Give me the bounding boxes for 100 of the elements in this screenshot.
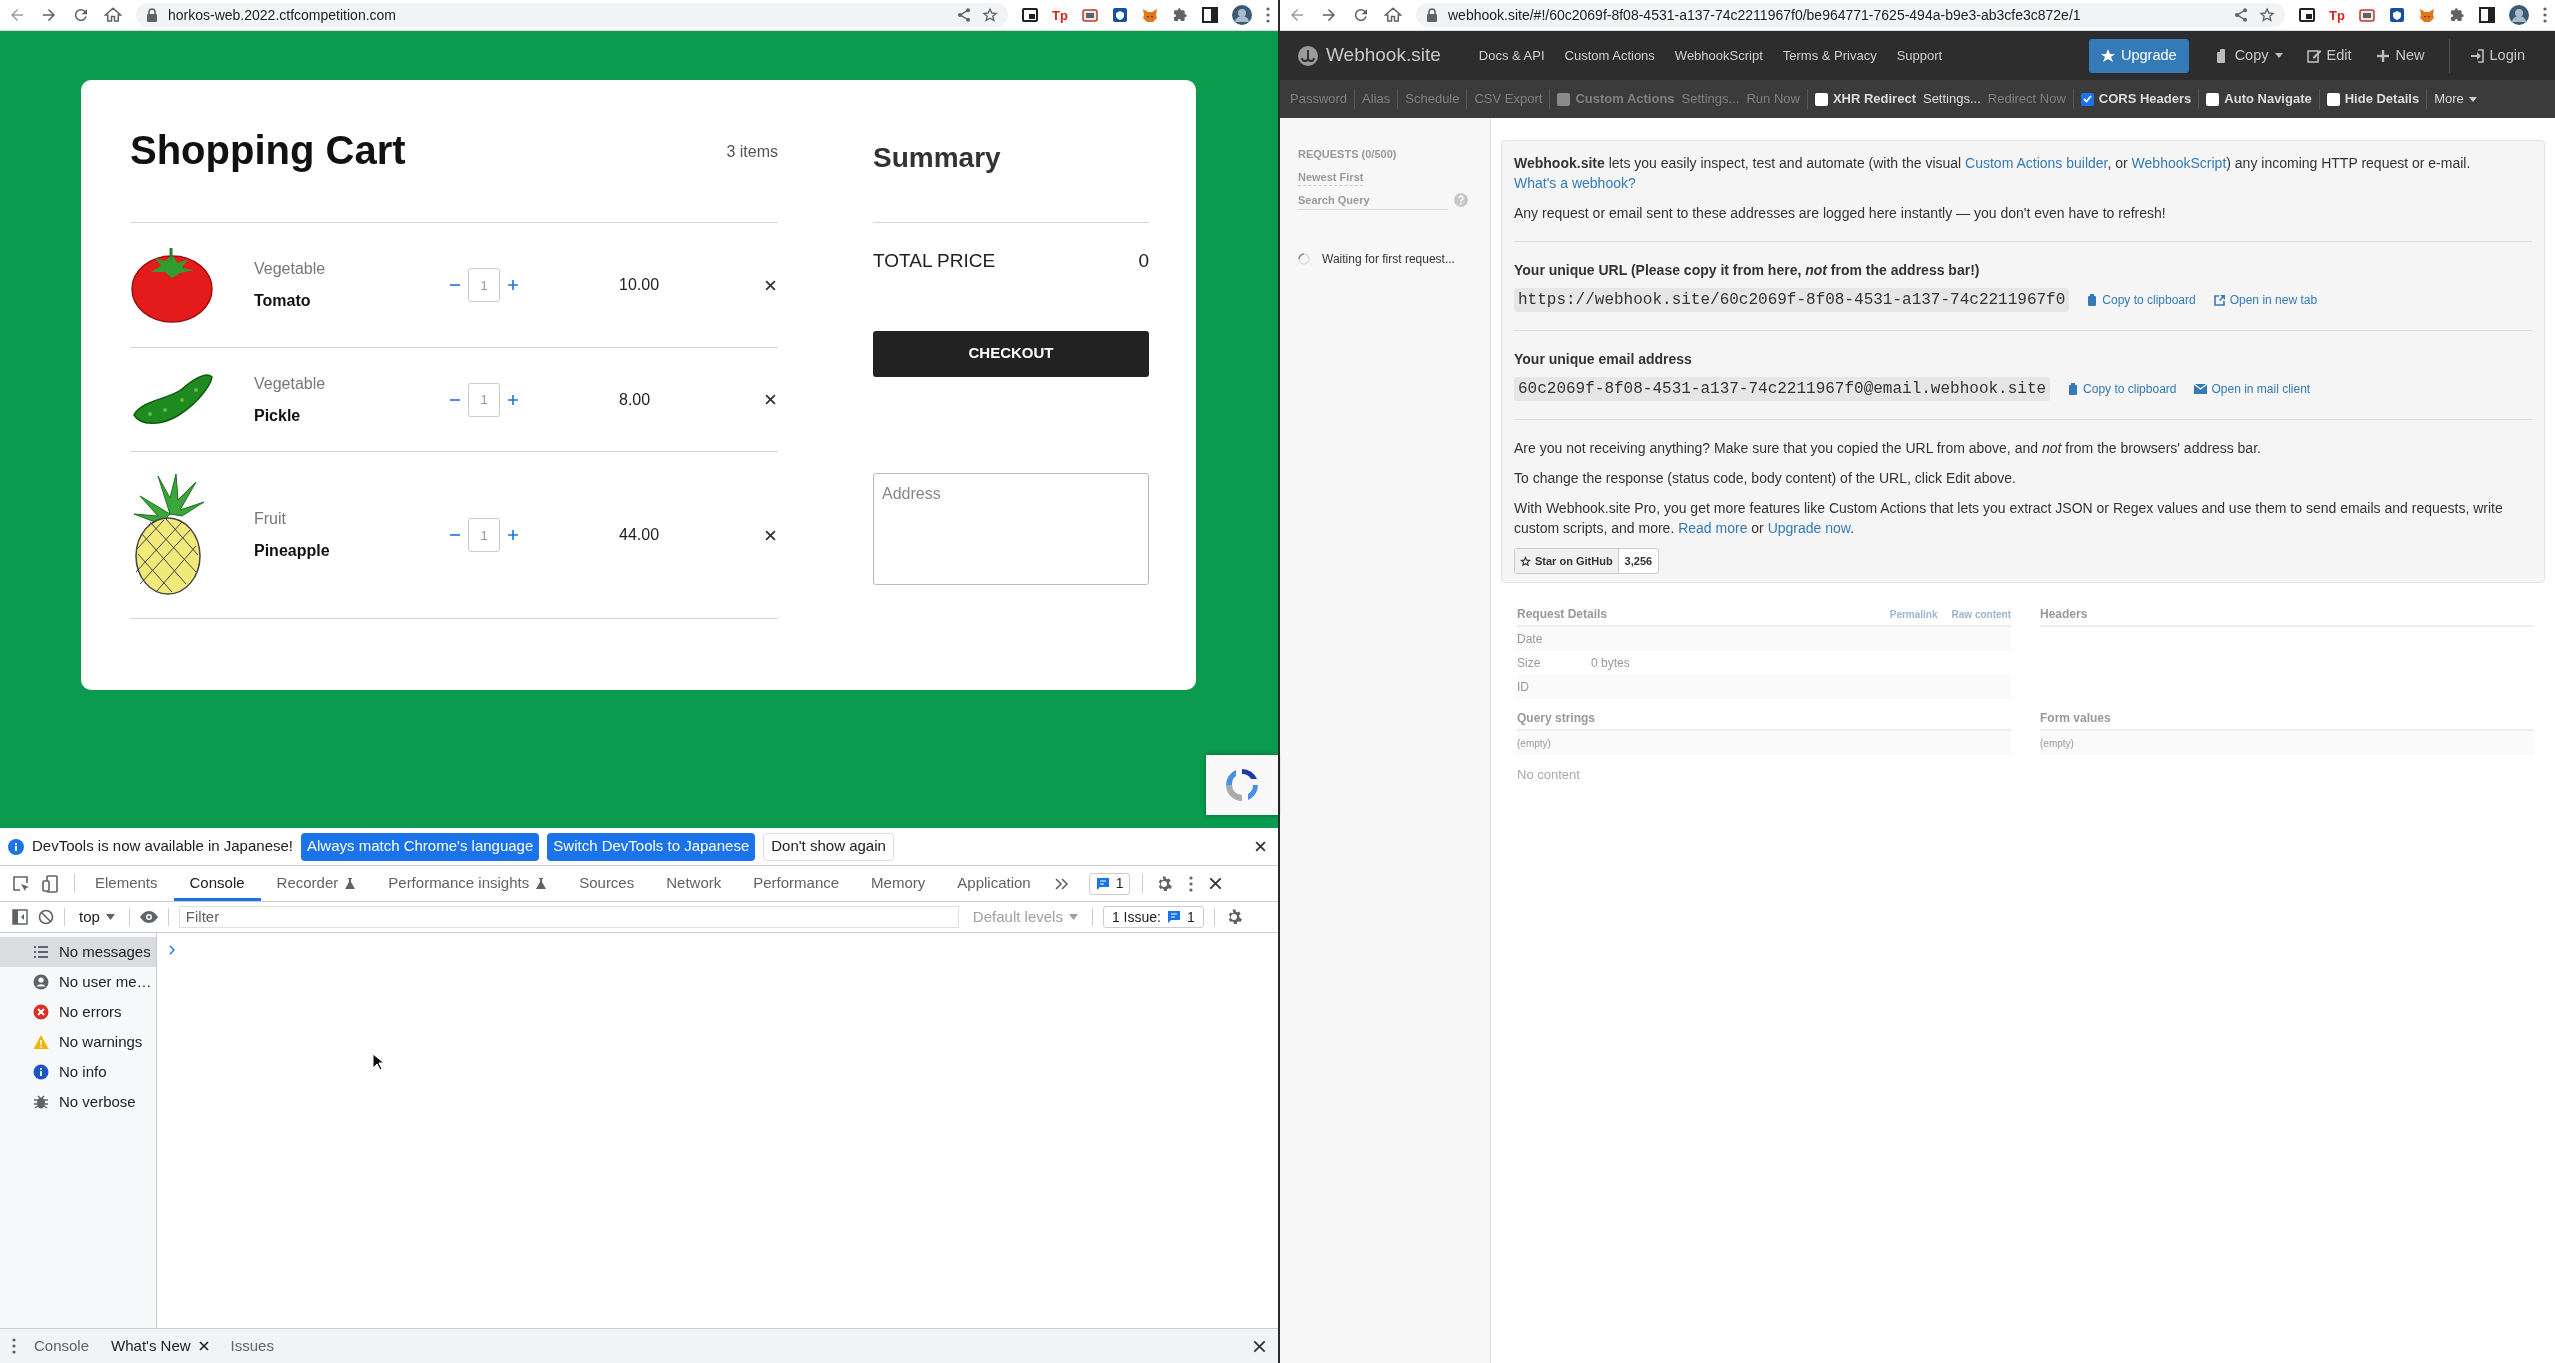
puzzle-icon[interactable] xyxy=(2449,7,2465,23)
sidebar-item[interactable]: No warnings xyxy=(0,1027,156,1057)
fox-icon[interactable] xyxy=(2419,7,2435,23)
checkbox[interactable] xyxy=(2206,92,2220,106)
banner-button[interactable]: Switch DevTools to Japanese xyxy=(547,832,756,861)
context-dropdown[interactable]: top xyxy=(75,905,119,929)
devtools-tab[interactable]: Elements xyxy=(79,866,174,901)
extension-icon[interactable] xyxy=(1082,7,1098,23)
forward-icon[interactable] xyxy=(40,6,58,24)
avatar-icon[interactable] xyxy=(1232,5,1252,25)
link[interactable]: Custom Actions builder xyxy=(1965,155,2108,171)
menu-icon[interactable] xyxy=(12,1338,16,1354)
clear-icon[interactable] xyxy=(38,909,54,925)
device-icon[interactable] xyxy=(42,874,60,893)
issues-button[interactable]: 1 Issue: 1 xyxy=(1102,906,1204,928)
plus-icon[interactable] xyxy=(508,280,518,290)
filter-field[interactable]: Filter xyxy=(178,906,959,928)
banner-button[interactable]: Don't show again xyxy=(763,832,894,861)
devtools-tab[interactable]: Recorder xyxy=(260,866,373,901)
sidebar-item[interactable]: No messages xyxy=(0,937,156,967)
address-bar[interactable]: webhook.site/#!/60c2069f-8f08-4531-a137-74c2211967f0/be964771-7625-494a-b9e3-ab3cfe3c872e/1 xyxy=(1416,3,2286,27)
search-field[interactable]: Search Query xyxy=(1298,190,1448,210)
sidebar-item[interactable]: No info xyxy=(0,1057,156,1087)
link[interactable]: Read more xyxy=(1678,520,1748,536)
address-bar[interactable]: horkos-web.2022.ctfcompetition.com xyxy=(136,3,1009,27)
reload-icon[interactable] xyxy=(72,6,90,24)
close-icon[interactable] xyxy=(1209,877,1223,890)
prompt-icon[interactable] xyxy=(169,945,176,955)
plus-icon[interactable] xyxy=(508,530,518,540)
link[interactable]: WebhookScript xyxy=(2131,155,2227,171)
star-icon[interactable] xyxy=(2259,7,2276,23)
sidebar-item[interactable]: No user me… xyxy=(0,967,156,997)
menu-icon[interactable] xyxy=(1266,7,1270,23)
menu-icon[interactable] xyxy=(2543,7,2547,23)
drawer-tab[interactable]: What's New xyxy=(107,1334,213,1358)
checkbox[interactable] xyxy=(2326,92,2340,106)
shield-icon[interactable] xyxy=(1112,7,1128,23)
link[interactable]: What's a webhook? xyxy=(1514,175,1636,191)
copy-button[interactable]: Copy xyxy=(2202,38,2295,73)
avatar-icon[interactable] xyxy=(2509,5,2529,25)
drawer-tab[interactable]: Issues xyxy=(226,1334,278,1358)
address-field[interactable]: Address xyxy=(873,472,1149,585)
home-icon[interactable] xyxy=(104,6,122,24)
banner-button[interactable]: Always match Chrome's language xyxy=(301,832,540,861)
devtools-tab[interactable]: Memory xyxy=(855,866,942,901)
plus-icon[interactable] xyxy=(508,394,518,405)
extension-icon[interactable] xyxy=(2359,7,2375,23)
close-icon[interactable] xyxy=(765,529,776,541)
action-link[interactable]: Copy to clipboard xyxy=(2087,290,2196,310)
brand-link[interactable]: Webhook.site xyxy=(1298,41,1441,70)
sidebar-toggle-icon[interactable] xyxy=(12,909,28,925)
login-button[interactable]: Login xyxy=(2448,38,2537,73)
shield-icon[interactable] xyxy=(2389,7,2405,23)
devtools-tab[interactable]: Application xyxy=(941,866,1047,901)
picture-in-picture-icon[interactable] xyxy=(2299,8,2316,22)
forward-icon[interactable] xyxy=(1320,6,1338,24)
sidebar-item[interactable]: No errors xyxy=(0,997,156,1027)
devtools-tab[interactable]: Performance xyxy=(737,866,856,901)
upgrade-button[interactable]: Upgrade xyxy=(2089,38,2189,73)
picture-in-picture-icon[interactable] xyxy=(1022,8,1039,22)
close-icon[interactable] xyxy=(1253,1339,1266,1353)
sidebar-icon[interactable] xyxy=(2479,7,2495,23)
star-icon[interactable] xyxy=(982,7,999,23)
checkbox[interactable] xyxy=(1814,92,1828,106)
puzzle-icon[interactable] xyxy=(1172,7,1188,23)
edit-button[interactable]: Edit xyxy=(2294,38,2364,73)
devtools-tab[interactable]: Console xyxy=(173,866,261,901)
eye-icon[interactable] xyxy=(139,911,158,923)
extension-label[interactable]: Tp xyxy=(1052,8,1068,22)
home-icon[interactable] xyxy=(1384,6,1402,24)
action-link[interactable]: Open in new tab xyxy=(2213,290,2318,310)
action-link[interactable]: Copy to clipboard xyxy=(2068,379,2177,399)
messages-button[interactable]: 1 xyxy=(1088,872,1131,895)
more-dropdown[interactable]: More xyxy=(2434,89,2477,109)
github-star-button[interactable]: Star on GitHub 3,256 xyxy=(1514,548,1660,574)
toolbar-link[interactable]: Settings... xyxy=(1922,89,1981,109)
menu-icon[interactable] xyxy=(1189,875,1194,892)
nav-link[interactable]: Custom Actions xyxy=(1554,45,1665,66)
nav-link[interactable]: WebhookScript xyxy=(1664,45,1773,66)
sidebar-icon[interactable] xyxy=(1202,7,1218,23)
captcha-badge[interactable] xyxy=(1206,755,1278,815)
devtools-tab[interactable]: Sources xyxy=(563,866,651,901)
action-link[interactable]: Open in mail client xyxy=(2194,379,2311,399)
checkout-button[interactable]: CHECKOUT xyxy=(873,330,1149,377)
more-tabs-icon[interactable] xyxy=(1054,876,1069,891)
nav-link[interactable]: Docs & API xyxy=(1468,45,1555,66)
close-icon[interactable] xyxy=(765,394,776,405)
sidebar-item[interactable]: No verbose xyxy=(0,1087,156,1117)
reload-icon[interactable] xyxy=(1352,6,1370,24)
drawer-tab[interactable]: Console xyxy=(30,1334,94,1358)
extension-label[interactable]: Tp xyxy=(2329,8,2345,22)
new-button[interactable]: New xyxy=(2363,38,2437,73)
checkbox[interactable] xyxy=(2080,92,2094,106)
fox-icon[interactable] xyxy=(1142,7,1158,23)
devtools-tab[interactable]: Performance insights xyxy=(372,866,564,901)
nav-link[interactable]: Terms & Privacy xyxy=(1772,45,1887,66)
nav-link[interactable]: Support xyxy=(1886,45,1953,66)
close-icon[interactable] xyxy=(765,279,776,291)
close-icon[interactable] xyxy=(1255,841,1266,852)
share-icon[interactable] xyxy=(2233,7,2250,23)
